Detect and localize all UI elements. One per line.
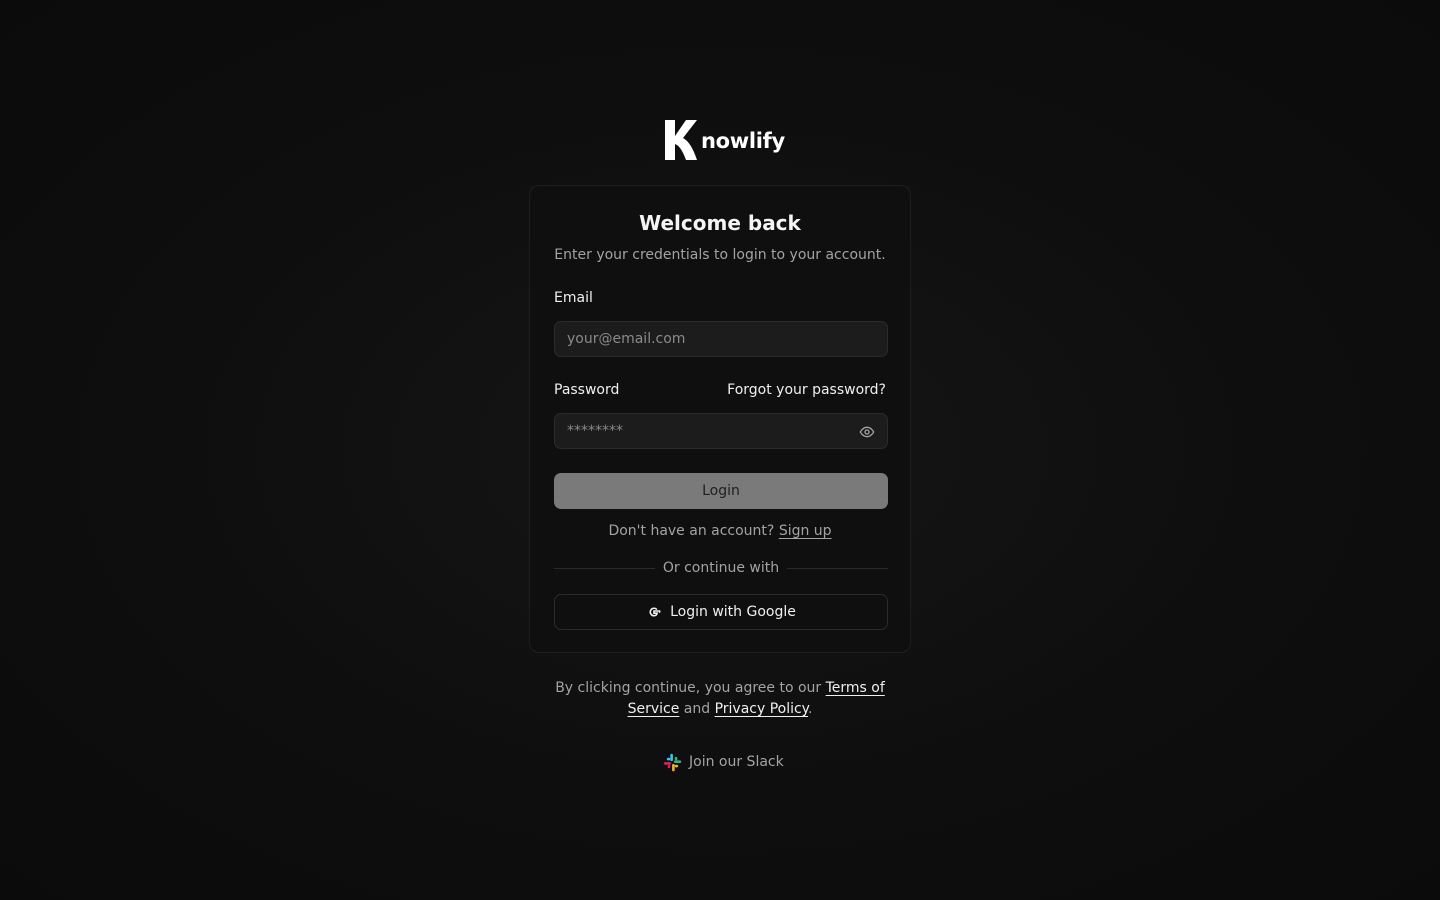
password-label: Password xyxy=(554,382,620,398)
join-slack-link[interactable]: Join our Slack xyxy=(662,751,784,773)
card-subtitle: Enter your credentials to login to your … xyxy=(554,247,886,263)
divider-text: Or continue with xyxy=(662,560,780,576)
card-title: Welcome back xyxy=(639,211,801,235)
signup-prompt: Don't have an account? Sign up xyxy=(530,523,910,539)
password-field[interactable] xyxy=(554,413,888,449)
slack-label: Join our Slack xyxy=(689,754,784,770)
login-page: nowlify Welcome back Enter your credenti… xyxy=(0,0,1440,900)
login-with-google-button[interactable]: Login with Google xyxy=(554,594,888,630)
email-label: Email xyxy=(554,290,593,306)
terms-joiner: and xyxy=(683,701,711,717)
login-button[interactable]: Login xyxy=(554,473,888,509)
divider-line-right xyxy=(787,567,889,569)
signup-prompt-text: Don't have an account? xyxy=(608,523,775,539)
signup-link[interactable]: Sign up xyxy=(779,523,832,539)
google-button-label: Login with Google xyxy=(670,604,796,620)
login-card: Welcome back Enter your credentials to l… xyxy=(529,185,911,653)
google-icon xyxy=(646,604,662,620)
brand-name: nowlify xyxy=(701,129,785,153)
knowlify-logo: nowlify xyxy=(664,119,785,161)
privacy-policy-link[interactable]: Privacy Policy xyxy=(715,701,808,717)
divider-line-left xyxy=(554,567,655,569)
slack-icon xyxy=(662,752,683,773)
terms-notice: By clicking continue, you agree to our T… xyxy=(555,678,885,720)
k-logo-icon xyxy=(665,120,697,160)
forgot-password-link[interactable]: Forgot your password? xyxy=(727,382,886,398)
terms-suffix: . xyxy=(807,701,813,717)
email-field[interactable] xyxy=(554,321,888,357)
eye-icon[interactable] xyxy=(858,423,876,441)
divider: Or continue with xyxy=(554,559,889,577)
terms-prefix: By clicking continue, you agree to our xyxy=(555,680,822,696)
